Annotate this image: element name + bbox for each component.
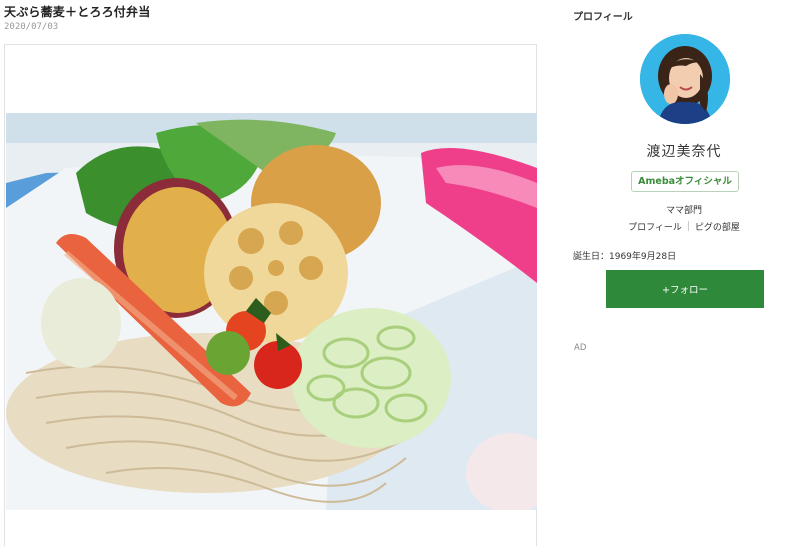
birthday-text: 誕生日：1969年9月28日 — [573, 252, 677, 262]
entry-title[interactable]: 天ぷら蕎麦＋とろろ付弁当 — [4, 3, 150, 20]
profile-heading: プロフィール — [573, 12, 633, 23]
avatar-portrait — [640, 34, 730, 124]
official-badge: Amebaオフィシャル — [631, 171, 739, 192]
profile-sidebar: プロフィール 渡辺美奈代 Amebaオフィシャル ママ部門 プロフィール ピグの… — [560, 0, 800, 546]
pigg-room-link[interactable]: ピグの部屋 — [695, 223, 740, 233]
link-divider — [687, 221, 689, 231]
bento-photo[interactable] — [6, 113, 537, 510]
follow-button[interactable]: +フォロー — [606, 270, 764, 308]
photo-frame — [4, 44, 537, 546]
avatar[interactable] — [640, 34, 730, 124]
ad-label: AD — [574, 343, 587, 353]
profile-link[interactable]: プロフィール — [628, 223, 682, 233]
profile-links: プロフィール ピグの部屋 — [560, 220, 800, 233]
bento-photo-illustration — [6, 113, 537, 510]
profile-name[interactable]: 渡辺美奈代 — [560, 141, 800, 161]
blog-page: 天ぷら蕎麦＋とろろ付弁当 2020/07/03 プロフィール 渡辺美奈代 Ame… — [0, 0, 800, 546]
genre-label[interactable]: ママ部門 — [560, 203, 800, 216]
entry-date: 2020/07/03 — [4, 22, 59, 32]
article-column: 天ぷら蕎麦＋とろろ付弁当 2020/07/03 — [0, 0, 545, 546]
